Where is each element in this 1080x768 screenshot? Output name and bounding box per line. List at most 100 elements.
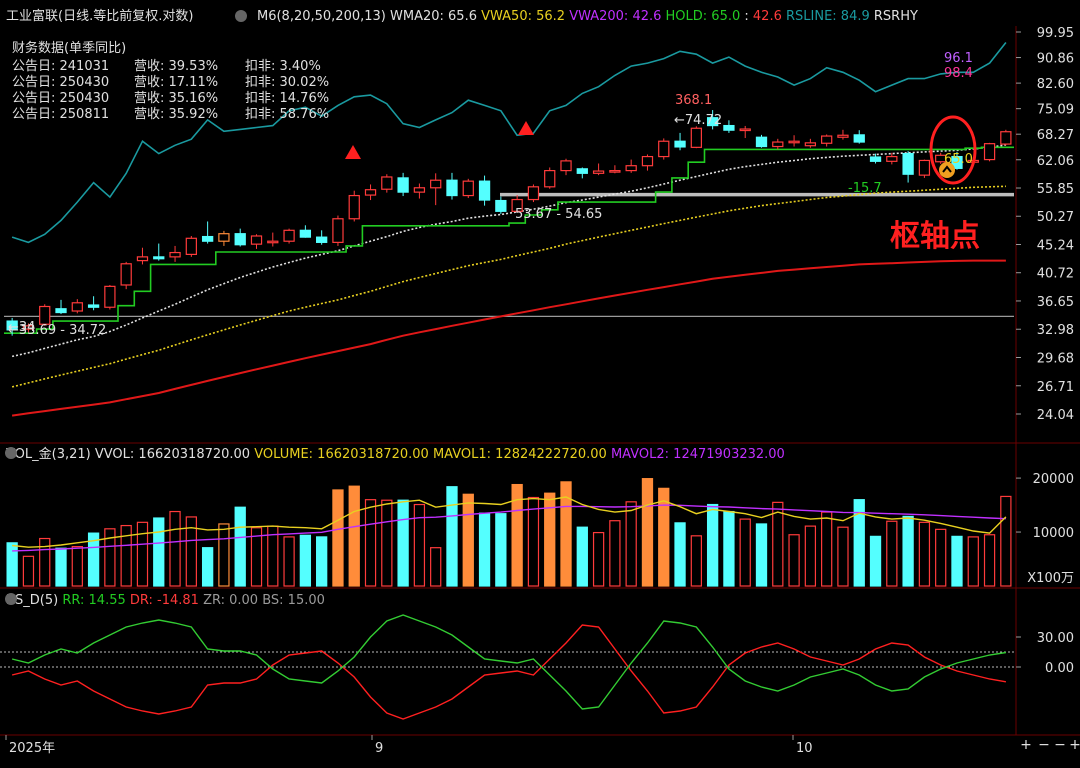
candle-body [87,304,100,308]
signal-up-triangle [345,145,361,159]
pivot-point-label: 枢轴点 [890,219,980,254]
candle-body [316,236,328,243]
series-wma20-line [11,144,1007,358]
price-tick-label: 55.85 [1037,182,1074,197]
candle-body [136,256,149,262]
signal-up-triangle [518,121,534,135]
candle-body [869,156,882,162]
price-tick-label: 62.06 [1037,154,1074,169]
zoom-button[interactable]: + [1020,737,1032,753]
volume-bar [723,510,735,587]
price-tick-label: 75.09 [1037,103,1074,118]
candle-body [853,134,865,143]
delta-value-label: -15.7 [848,181,882,196]
volume-bar [55,547,67,587]
indicator-header-item: RSRHY [874,9,918,24]
rs-tick-label: 0.00 [1045,661,1074,676]
volume-bar [690,535,702,587]
candle-body [185,237,197,256]
financial-date: 公告日: 250811 [12,107,109,122]
volume-bar [869,535,882,587]
candle-body [641,155,654,167]
financial-net-profit: 扣非: 14.76% [245,91,329,106]
volume-bar [332,489,344,587]
candle-body [55,308,67,314]
rs-header: RS_D(5) RR: 14.55 DR: -14.81 ZR: 0.00 BS… [6,593,325,608]
candle-body [576,168,588,174]
pivot-badge-icon [939,162,955,178]
financial-net-profit: 扣非: 30.02% [245,75,329,90]
volume-bar [462,493,474,587]
volume-bar [348,485,360,587]
financial-net-profit: 扣非: 58.76% [245,107,329,122]
price-tick-label: 90.86 [1037,52,1074,67]
indicator-header-item: VWA200: 42.6 [569,9,665,24]
volume-tick-label: 20000 [1033,472,1074,487]
volume-bar [201,547,214,587]
candle-body [723,124,735,131]
candle-body [430,179,442,189]
volume-bar [967,536,979,587]
volume-bar [446,486,458,587]
chart-canvas: 工业富联(日线.等比前复权.对数) M6(8,20,50,200,13) WMA2… [0,8,1080,756]
indicator-header: M6(8,20,50,200,13) WMA20: 65.6 VWA50: 56… [257,9,918,24]
candle-body [348,194,360,220]
volume-bar [674,522,686,587]
volume-bar [364,499,377,587]
zoom-button[interactable]: − [1054,737,1066,753]
volume-bar [381,499,393,587]
price-tick-label: 82.60 [1037,77,1074,92]
candle-body [218,233,230,242]
zoom-button[interactable]: + [1069,737,1080,753]
rs-dropdown-icon[interactable] [5,593,17,605]
volume-bar [1000,495,1012,587]
candle-body [658,140,670,158]
candle-body [462,180,474,197]
candle-body [804,142,817,147]
volume-dropdown-icon[interactable] [5,447,17,459]
volume-unit-label: X100万 [1027,571,1074,586]
financial-title: 财务数据(单季同比) [12,40,126,56]
candle-body [983,143,996,161]
volume-bar [120,524,132,587]
volume-bar [837,526,849,587]
volume-bar [397,499,409,587]
zoom-button[interactable]: − [1038,737,1050,753]
volume-bar [609,520,621,587]
high-range-label: ←74.72 [674,113,722,128]
candle-body [364,189,377,196]
volume-bar [641,478,654,587]
volume-bar [625,501,637,587]
series-hold-line [4,146,1014,335]
date-tick-label: 9 [375,741,383,756]
price-tick-label: 26.71 [1037,380,1074,395]
financial-net-profit: 扣非: 3.40% [245,59,321,74]
price-tick-label: 68.27 [1037,128,1074,143]
candle-body [169,251,181,258]
volume-bar [658,487,670,587]
candle-body [39,305,51,325]
financial-date: 公告日: 250430 [12,91,109,106]
price-tick-label: 45.24 [1037,239,1074,254]
date-tick-label: 2025年 [9,741,55,756]
series-dr-line [11,624,1007,720]
indicator-header-item: 42.6 [753,9,786,24]
rs-header-item: ZR: 0.00 [203,593,262,608]
candle-body [560,160,572,172]
stock-chart-screen: 工业富联(日线.等比前复权.对数) M6(8,20,50,200,13) WMA2… [0,0,1080,764]
volume-bar [169,510,181,587]
candle-body [772,141,784,148]
low-range-label-overlap: ←34 [8,320,35,335]
volume-bar [739,518,751,587]
candle-body [886,155,898,162]
volume-bar [918,521,931,587]
rs-header-item: DR: -14.81 [130,593,203,608]
candle-body [837,134,849,138]
chart-title: 工业富联(日线.等比前复权.对数) [6,8,193,24]
series-vwa50-line [11,185,1006,388]
candle-body [739,128,751,132]
dropdown-icon[interactable] [235,10,247,22]
volume-bar [495,513,507,587]
candle-body [821,135,833,144]
financial-date: 公告日: 250430 [12,75,109,90]
